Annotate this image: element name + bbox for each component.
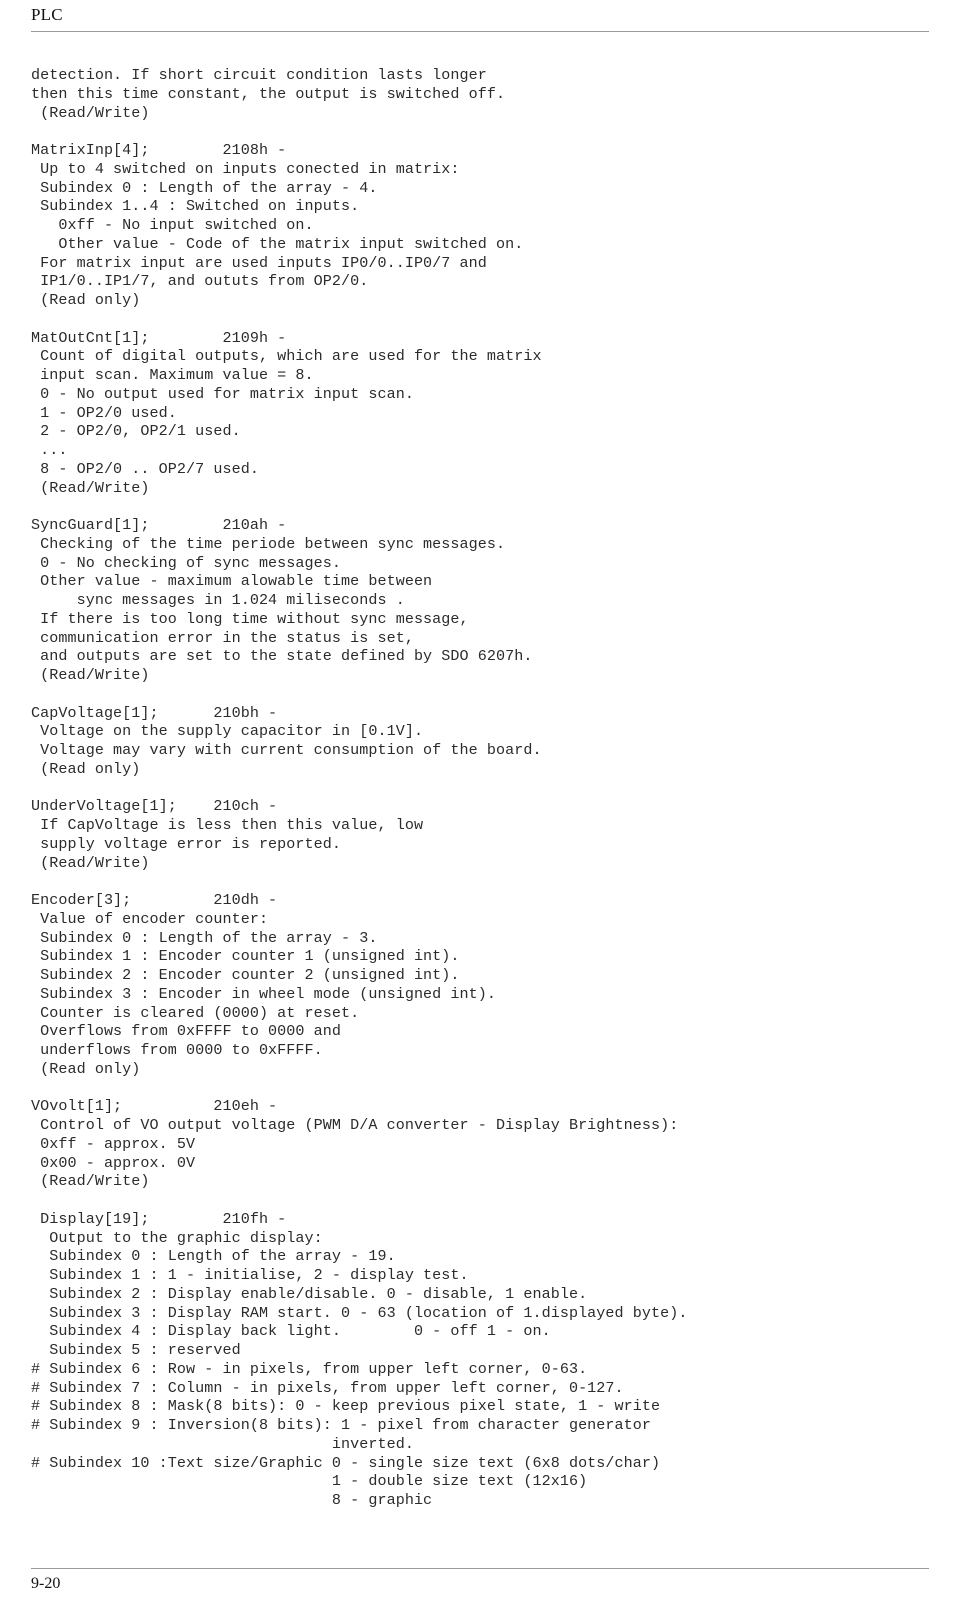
document-line: 0xff - No input switched on. (31, 216, 314, 234)
document-line: (Read/Write) (31, 853, 150, 872)
document-line: ... (31, 441, 68, 459)
document-page: PLC detection. If short circuit conditio… (0, 0, 960, 1609)
document-line: Other value - Code of the matrix input s… (31, 234, 524, 253)
document-line: Checking of the time periode between syn… (31, 534, 506, 553)
document-line: supply voltage error is reported. (31, 834, 342, 853)
document-line: MatOutCnt[1]; 2109h - (31, 328, 287, 347)
document-line: MatrixInp[4]; 2108h - (31, 141, 287, 159)
document-line: Subindex 2 : Display enable/disable. 0 -… (31, 1284, 588, 1303)
document-line: 0 - No output used for matrix input scan… (31, 384, 414, 403)
document-line: and outputs are set to the state defined… (31, 647, 533, 666)
document-line: # Subindex 6 : Row - in pixels, from upp… (31, 1359, 588, 1378)
document-line: Counter is cleared (0000) at reset. (31, 1003, 360, 1022)
document-line: (Read/Write) (31, 103, 150, 122)
document-line: Output to the graphic display: (31, 1228, 323, 1247)
document-line: Control of VO output voltage (PWM D/A co… (31, 1116, 679, 1134)
document-line: Subindex 5 : reserved (31, 1341, 241, 1359)
document-line: If CapVoltage is less then this value, l… (31, 816, 424, 834)
document-body-text: detection. If short circuit condition la… (31, 66, 931, 1510)
document-line: Subindex 2 : Encoder counter 2 (unsigned… (31, 966, 460, 984)
document-line: 2 - OP2/0, OP2/1 used. (31, 422, 241, 441)
document-line: Subindex 1 : Encoder counter 1 (unsigned… (31, 947, 460, 966)
document-line: # Subindex 9 : Inversion(8 bits): 1 - pi… (31, 1416, 652, 1434)
document-line: # Subindex 10 :Text size/Graphic 0 - sin… (31, 1453, 661, 1472)
document-line: sync messages in 1.024 miliseconds . (31, 591, 405, 609)
document-line: Other value - maximum alowable time betw… (31, 572, 433, 591)
document-line: 8 - OP2/0 .. OP2/7 used. (31, 459, 259, 478)
document-line: (Read/Write) (31, 666, 150, 684)
document-line: For matrix input are used inputs IP0/0..… (31, 253, 487, 272)
document-line: UnderVoltage[1]; 210ch - (31, 797, 278, 816)
document-line: Subindex 0 : Length of the array - 19. (31, 1247, 396, 1266)
document-line: Voltage may vary with current consumptio… (31, 741, 542, 759)
document-line: (Read/Write) (31, 1172, 150, 1191)
document-line: inverted. (31, 1434, 414, 1453)
document-line: communication error in the status is set… (31, 628, 414, 647)
running-footer: 9-20 (31, 1574, 929, 1594)
document-line: (Read only) (31, 1059, 141, 1078)
document-line: Display[19]; 210fh - (31, 1209, 287, 1228)
document-line: detection. If short circuit condition la… (31, 66, 487, 84)
footer-divider (31, 1568, 929, 1569)
document-line: then this time constant, the output is s… (31, 84, 506, 103)
document-line: 8 - graphic (31, 1491, 433, 1509)
document-line: Subindex 4 : Display back light. 0 - off… (31, 1322, 551, 1341)
running-header: PLC (31, 4, 929, 34)
document-line: Subindex 0 : Length of the array - 3. (31, 928, 378, 947)
document-line: (Read only) (31, 291, 141, 309)
document-line: 0 - No checking of sync messages. (31, 553, 342, 572)
document-line: Encoder[3]; 210dh - (31, 891, 278, 909)
header-title: PLC (31, 5, 63, 24)
document-line: SyncGuard[1]; 210ah - (31, 516, 287, 534)
document-line: 1 - double size text (12x16) (31, 1472, 588, 1491)
document-line: (Read only) (31, 759, 141, 778)
document-line: 0x00 - approx. 0V (31, 1153, 196, 1172)
document-line: Subindex 1..4 : Switched on inputs. (31, 197, 360, 216)
document-line: Up to 4 switched on inputs conected in m… (31, 159, 460, 178)
header-divider (31, 31, 929, 32)
document-line: Subindex 0 : Length of the array - 4. (31, 178, 378, 197)
document-line: underflows from 0000 to 0xFFFF. (31, 1041, 323, 1059)
document-line: Overflows from 0xFFFF to 0000 and (31, 1022, 342, 1041)
document-line: 0xff - approx. 5V (31, 1134, 196, 1153)
document-line: VOvolt[1]; 210eh - (31, 1097, 278, 1116)
document-line: IP1/0..IP1/7, and oututs from OP2/0. (31, 272, 369, 291)
document-line: Count of digital outputs, which are used… (31, 347, 542, 366)
document-line: CapVoltage[1]; 210bh - (31, 703, 278, 722)
page-number: 9-20 (31, 1575, 61, 1592)
document-line: Subindex 3 : Display RAM start. 0 - 63 (… (31, 1303, 688, 1322)
document-line: Voltage on the supply capacitor in [0.1V… (31, 722, 424, 741)
document-line: 1 - OP2/0 used. (31, 403, 177, 422)
document-line: # Subindex 7 : Column - in pixels, from … (31, 1378, 624, 1397)
document-line: If there is too long time without sync m… (31, 609, 469, 628)
document-line: Value of encoder counter: (31, 909, 269, 928)
document-line: Subindex 3 : Encoder in wheel mode (unsi… (31, 984, 497, 1003)
document-line: Subindex 1 : 1 - initialise, 2 - display… (31, 1266, 469, 1284)
document-line: (Read/Write) (31, 478, 150, 497)
document-line: input scan. Maximum value = 8. (31, 366, 314, 384)
document-line: # Subindex 8 : Mask(8 bits): 0 - keep pr… (31, 1397, 661, 1416)
